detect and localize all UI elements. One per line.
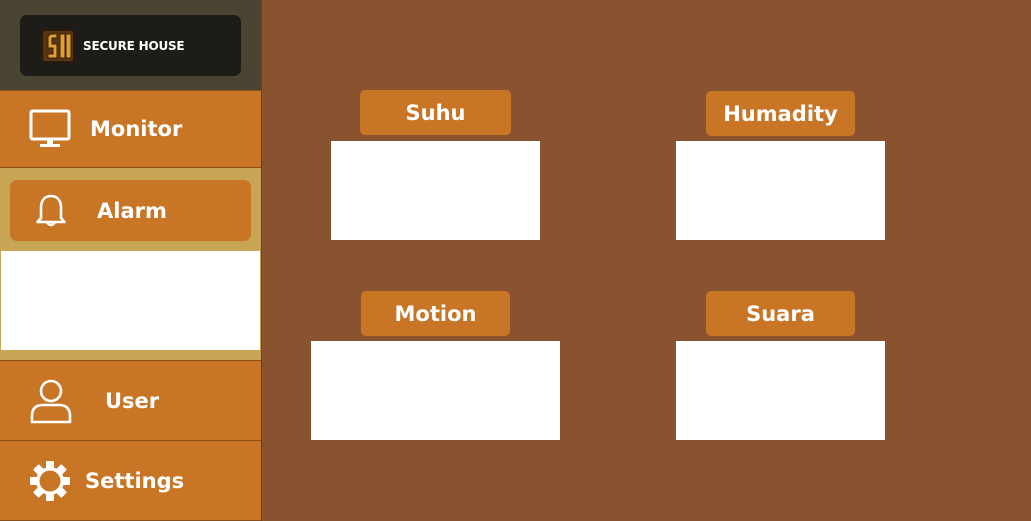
motion-label: Motion [361, 291, 510, 336]
sidebar-item-label: User [105, 388, 160, 413]
motion-value-box [311, 341, 560, 440]
humidity-value-box [676, 141, 885, 240]
suara-value-box [676, 341, 885, 440]
gear-icon [28, 459, 72, 503]
brand-header: SECURE HOUSE [0, 0, 261, 90]
brand-logo-box[interactable]: SECURE HOUSE [20, 15, 241, 76]
sidebar-item-alarm[interactable]: Alarm [10, 180, 251, 241]
monitor-icon [28, 108, 72, 150]
brand-name: SECURE HOUSE [83, 38, 185, 53]
suhu-value-box [331, 141, 540, 240]
sidebar-item-label: Settings [85, 468, 185, 493]
sidebar: SECURE HOUSE Monitor Alarm User Settings [0, 0, 262, 521]
user-icon [29, 378, 73, 424]
sidebar-item-monitor[interactable]: Monitor [0, 90, 261, 168]
suara-label: Suara [706, 291, 855, 336]
sidebar-item-user[interactable]: User [0, 360, 261, 441]
sidebar-item-label: Alarm [97, 198, 167, 223]
humidity-label: Humadity [706, 91, 855, 136]
bell-icon [34, 193, 68, 229]
suhu-label: Suhu [360, 90, 511, 135]
alarm-panel [1, 251, 260, 350]
sidebar-item-label: Monitor [90, 117, 183, 141]
sidebar-item-settings[interactable]: Settings [0, 440, 261, 521]
logo-icon [40, 28, 76, 64]
